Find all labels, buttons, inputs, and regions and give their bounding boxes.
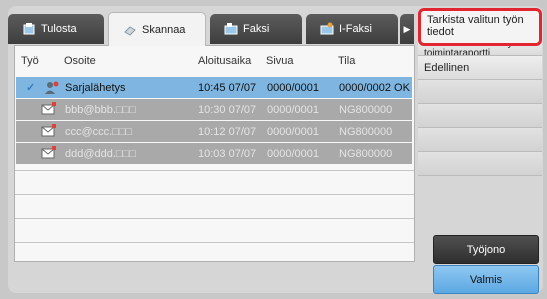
row-divider: [15, 170, 414, 171]
row-start-time: 10:45 07/07: [198, 82, 257, 94]
menu-item-label: Edellinen: [424, 62, 470, 74]
mode-tabs: Tulosta Skannaa Faksi I-Faksi ▶: [8, 12, 414, 46]
row-address: ccc@ccc.□□□: [65, 126, 133, 138]
row-status: 0000/0002 OK: [339, 82, 410, 94]
tab-fax-label: Faksi: [243, 23, 270, 35]
column-header-address: Osoite: [64, 55, 96, 67]
row-divider: [15, 242, 414, 243]
checkmark-icon: ✓: [26, 82, 36, 94]
row-divider: [15, 218, 414, 219]
tab-fax[interactable]: Faksi: [210, 14, 302, 44]
done-button[interactable]: Valmis: [433, 265, 539, 294]
table-row[interactable]: ccc@ccc.□□□ 10:12 07/07 0000/0001 NG8000…: [16, 121, 412, 142]
done-button-label: Valmis: [469, 273, 503, 286]
job-list-header: Työ Osoite Aloitusaika Sivua Tila: [15, 52, 414, 70]
row-start-time: 10:12 07/07: [198, 126, 257, 138]
broadcast-icon: [45, 81, 59, 94]
job-list: Työ Osoite Aloitusaika Sivua Tila ✓ Sarj…: [14, 45, 415, 262]
row-pages: 0000/0001: [267, 148, 319, 160]
tab-ifax[interactable]: I-Faksi: [306, 14, 398, 44]
row-start-time: 10:30 07/07: [198, 104, 257, 116]
fax-icon: [224, 23, 238, 35]
menu-item-check-job-details[interactable]: Tarkista valitun työn tiedot: [418, 8, 542, 46]
print-icon: [23, 23, 35, 35]
job-queue-button-label: Työjono: [466, 243, 506, 256]
row-status: NG800000: [339, 126, 393, 138]
menu-item-empty: [418, 128, 542, 152]
chevron-right-icon: ▶: [403, 23, 411, 34]
tab-print-label: Tulosta: [41, 23, 77, 35]
email-error-icon: [41, 102, 56, 115]
table-row[interactable]: ✓ Sarjalähetys 10:45 07/07 0000/0001 000…: [16, 77, 412, 98]
menu-item-empty: [418, 80, 542, 104]
tab-scroll-arrow[interactable]: ▶: [400, 14, 414, 44]
ifax-icon: [320, 22, 334, 35]
tab-scan[interactable]: Skannaa: [108, 12, 206, 46]
job-queue-button[interactable]: Työjono: [433, 235, 539, 264]
column-header-start-time: Aloitusaika: [198, 55, 252, 67]
row-pages: 0000/0001: [267, 126, 319, 138]
table-row[interactable]: ddd@ddd.□□□ 10:03 07/07 0000/0001 NG8000…: [16, 143, 412, 164]
row-status: NG800000: [339, 148, 393, 160]
row-start-time: 10:03 07/07: [198, 148, 257, 160]
row-pages: 0000/0001: [267, 82, 319, 94]
row-pages: 0000/0001: [267, 104, 319, 116]
row-address: ddd@ddd.□□□: [65, 148, 136, 160]
column-header-job: Työ: [21, 55, 39, 67]
row-status: NG800000: [339, 104, 393, 116]
column-header-pages: Sivua: [266, 55, 294, 67]
tab-print[interactable]: Tulosta: [8, 14, 104, 44]
row-divider: [15, 194, 414, 195]
row-address: Sarjalähetys: [65, 82, 126, 94]
menu-item-label: Tarkista valitun työn tiedot: [427, 14, 524, 38]
menu-item-empty: [418, 104, 542, 128]
row-address: bbb@bbb.□□□: [65, 104, 136, 116]
email-error-icon: [41, 124, 56, 137]
table-row[interactable]: bbb@bbb.□□□ 10:30 07/07 0000/0001 NG8000…: [16, 99, 412, 120]
scan-icon: [124, 25, 136, 36]
menu-item-empty: [418, 152, 542, 176]
tab-ifax-label: I-Faksi: [339, 23, 372, 35]
email-error-icon: [41, 146, 56, 159]
menu-item-back[interactable]: Edellinen: [418, 56, 542, 80]
tab-scan-label: Skannaa: [142, 23, 186, 36]
column-header-status: Tila: [338, 55, 356, 67]
